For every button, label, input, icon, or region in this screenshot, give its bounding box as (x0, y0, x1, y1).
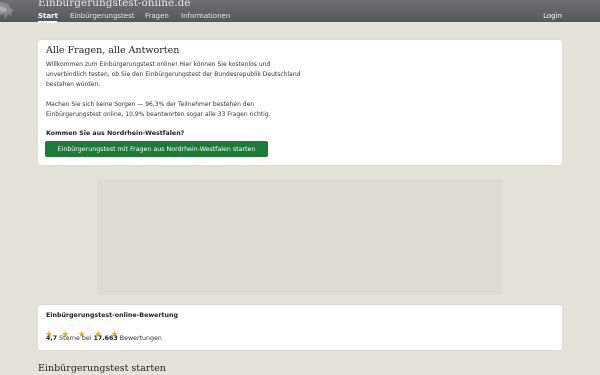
intro-card: Alle Fragen, alle Antworten Willkommen z… (38, 40, 562, 165)
active-nav-underline (38, 21, 57, 23)
top-navigation-bar: Einbürgerungstest-online.de Start Einbür… (0, 0, 600, 23)
intro-title: Alle Fragen, alle Antworten (46, 45, 180, 56)
state-question: Kommen Sie aus Nordrhein-Westfalen? (46, 130, 185, 137)
advertisement-placeholder (97, 179, 502, 295)
eagle-logo-icon (0, 2, 14, 19)
rating-text-after: Bewertungen (117, 335, 162, 342)
nav-item-informationen[interactable]: Informationen (181, 12, 230, 20)
rating-title: Einbürgerungstest-online-Bewertung (46, 312, 179, 319)
rating-card: Einbürgerungstest-online-Bewertung ★ ★ ★… (38, 305, 562, 350)
nav-item-fragen[interactable]: Fragen (145, 12, 169, 20)
start-section-title: Einbürgerungstest starten (38, 363, 166, 374)
start-test-nrw-button[interactable]: Einbürgerungstest mit Fragen aus Nordrhe… (45, 141, 268, 157)
rating-summary: 4,7 Sterne bei 17.663 Bewertungen (46, 335, 162, 342)
nav-item-start[interactable]: Start (38, 12, 58, 20)
rating-count: 17.663 (93, 335, 118, 342)
site-title[interactable]: Einbürgerungstest-online.de (38, 0, 191, 9)
intro-paragraph-statistics: Machen Sie sich keine Sorgen — 96,3% der… (46, 101, 271, 118)
nav-item-einbuergerungstest[interactable]: Einbürgerungstest (70, 12, 134, 20)
rating-score: 4,7 (46, 335, 58, 342)
intro-paragraph-welcome: Willkommen zum Einbürgerungstest online!… (46, 61, 301, 88)
login-link[interactable]: Login (543, 12, 562, 20)
rating-text-between: Sterne bei (57, 335, 94, 342)
